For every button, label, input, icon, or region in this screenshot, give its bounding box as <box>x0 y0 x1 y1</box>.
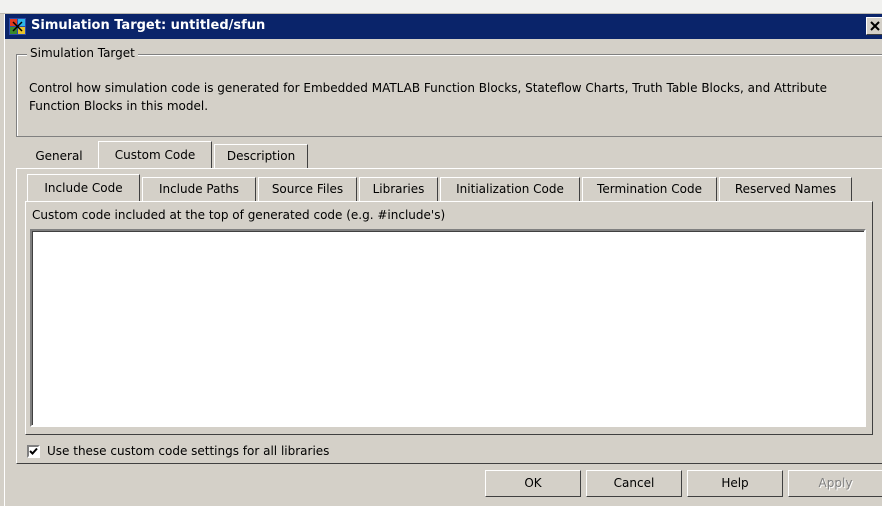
help-button[interactable]: Help <box>687 470 783 497</box>
simulation-target-group: Simulation Target Control how simulation… <box>16 46 882 137</box>
tab-source-files[interactable]: Source Files <box>258 177 357 201</box>
tab-reserved-names[interactable]: Reserved Names <box>719 177 852 201</box>
include-code-editor[interactable] <box>30 229 866 427</box>
tab-description[interactable]: Description <box>214 144 308 168</box>
simulation-target-dialog: Simulation Target: untitled/sfun Simulat… <box>4 14 882 506</box>
title-bar[interactable]: Simulation Target: untitled/sfun <box>5 14 882 39</box>
ok-button[interactable]: OK <box>485 470 581 497</box>
simulink-model-icon <box>9 18 26 35</box>
use-for-all-libraries-checkbox[interactable] <box>27 445 40 458</box>
tab-custom-code[interactable]: Custom Code <box>98 141 212 168</box>
include-code-label: Custom code included at the top of gener… <box>32 208 446 222</box>
tab-general[interactable]: General <box>20 144 98 168</box>
tab-include-paths[interactable]: Include Paths <box>142 177 256 201</box>
group-description: Control how simulation code is generated… <box>29 81 828 113</box>
use-for-all-libraries-label: Use these custom code settings for all l… <box>47 444 330 458</box>
tab-include-code[interactable]: Include Code <box>27 174 140 201</box>
checkmark-icon <box>29 447 38 455</box>
close-icon <box>870 21 880 31</box>
group-legend: Simulation Target <box>27 46 138 60</box>
main-tab-strip: General Custom Code Description <box>16 141 876 168</box>
apply-button[interactable]: Apply <box>788 470 882 497</box>
custom-code-panel: Include Code Include Paths Source Files … <box>16 168 882 464</box>
include-code-panel: Custom code included at the top of gener… <box>25 201 873 435</box>
window-title: Simulation Target: untitled/sfun <box>31 18 266 33</box>
tab-initialization-code[interactable]: Initialization Code <box>440 177 580 201</box>
tab-libraries[interactable]: Libraries <box>359 177 438 201</box>
sub-tab-strip: Include Code Include Paths Source Files … <box>27 174 867 201</box>
close-button[interactable] <box>866 17 882 35</box>
cancel-button[interactable]: Cancel <box>586 470 682 497</box>
tab-termination-code[interactable]: Termination Code <box>582 177 717 201</box>
background-window-strip <box>0 0 882 14</box>
